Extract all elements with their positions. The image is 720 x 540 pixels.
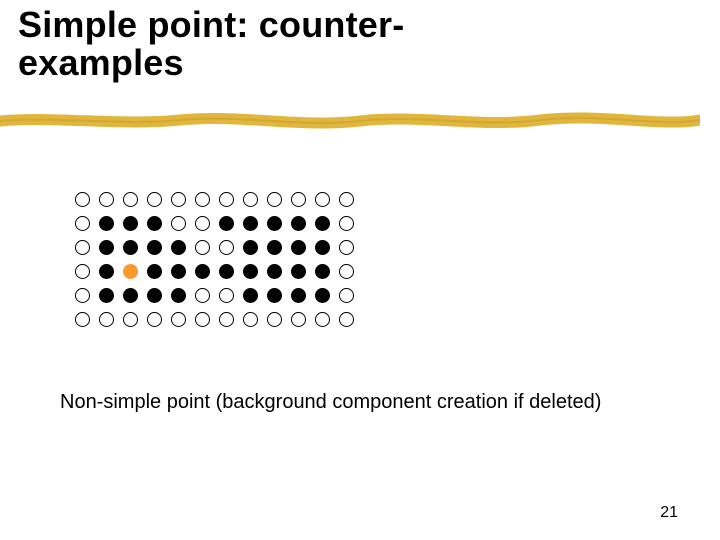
dot-empty xyxy=(195,288,210,303)
dot-empty xyxy=(339,312,354,327)
dot-filled xyxy=(99,264,114,279)
dot-filled xyxy=(147,240,162,255)
dot-empty xyxy=(75,264,90,279)
dot-empty xyxy=(123,192,138,207)
dot-empty xyxy=(195,192,210,207)
dot-filled xyxy=(267,216,282,231)
dot-empty xyxy=(219,288,234,303)
dot-empty xyxy=(267,312,282,327)
dot-filled xyxy=(291,288,306,303)
dot-empty xyxy=(339,240,354,255)
dot-empty xyxy=(339,288,354,303)
dot-empty xyxy=(123,312,138,327)
dot-filled xyxy=(123,288,138,303)
dot-filled xyxy=(171,288,186,303)
dot-empty xyxy=(243,312,258,327)
dot-empty xyxy=(147,192,162,207)
dot-empty xyxy=(147,312,162,327)
dot-empty xyxy=(195,312,210,327)
dot-filled xyxy=(123,240,138,255)
dot-filled xyxy=(267,240,282,255)
dot-filled xyxy=(219,264,234,279)
dot-filled xyxy=(219,216,234,231)
dot-grid xyxy=(70,190,358,334)
dot-empty xyxy=(75,192,90,207)
dot-empty xyxy=(291,312,306,327)
dot-filled xyxy=(243,288,258,303)
dot-highlight xyxy=(123,264,138,279)
dot-empty xyxy=(75,240,90,255)
dot-empty xyxy=(243,192,258,207)
dot-empty xyxy=(75,312,90,327)
dot-filled xyxy=(267,264,282,279)
dot-empty xyxy=(75,216,90,231)
dot-empty xyxy=(171,192,186,207)
dot-filled xyxy=(99,288,114,303)
slide-title: Simple point: counter- examples xyxy=(18,6,404,82)
dot-empty xyxy=(219,192,234,207)
dot-empty xyxy=(219,312,234,327)
dot-empty xyxy=(195,240,210,255)
dot-empty xyxy=(291,192,306,207)
dot-filled xyxy=(171,240,186,255)
page-number: 21 xyxy=(660,504,678,522)
dot-empty xyxy=(315,312,330,327)
dot-filled xyxy=(267,288,282,303)
dot-empty xyxy=(315,192,330,207)
dot-filled xyxy=(243,240,258,255)
dot-empty xyxy=(195,216,210,231)
dot-empty xyxy=(267,192,282,207)
dot-empty xyxy=(219,240,234,255)
dot-empty xyxy=(99,312,114,327)
dot-filled xyxy=(99,216,114,231)
slide-caption: Non-simple point (background component c… xyxy=(60,390,660,415)
title-underline xyxy=(0,110,700,132)
dot-empty xyxy=(171,216,186,231)
dot-filled xyxy=(123,216,138,231)
dot-filled xyxy=(315,288,330,303)
dot-filled xyxy=(315,216,330,231)
dot-filled xyxy=(291,216,306,231)
dot-filled xyxy=(243,264,258,279)
dot-empty xyxy=(171,312,186,327)
dot-empty xyxy=(339,192,354,207)
dot-empty xyxy=(339,216,354,231)
dot-filled xyxy=(147,264,162,279)
dot-filled xyxy=(171,264,186,279)
dot-empty xyxy=(339,264,354,279)
dot-filled xyxy=(147,216,162,231)
dot-filled xyxy=(291,264,306,279)
dot-filled xyxy=(243,216,258,231)
slide-title-line1: Simple point: counter- xyxy=(18,4,404,45)
slide-title-line2: examples xyxy=(18,42,184,83)
dot-filled xyxy=(195,264,210,279)
dot-filled xyxy=(315,264,330,279)
dot-filled xyxy=(291,240,306,255)
dot-empty xyxy=(99,192,114,207)
dot-filled xyxy=(99,240,114,255)
dot-filled xyxy=(147,288,162,303)
dot-filled xyxy=(315,240,330,255)
dot-empty xyxy=(75,288,90,303)
